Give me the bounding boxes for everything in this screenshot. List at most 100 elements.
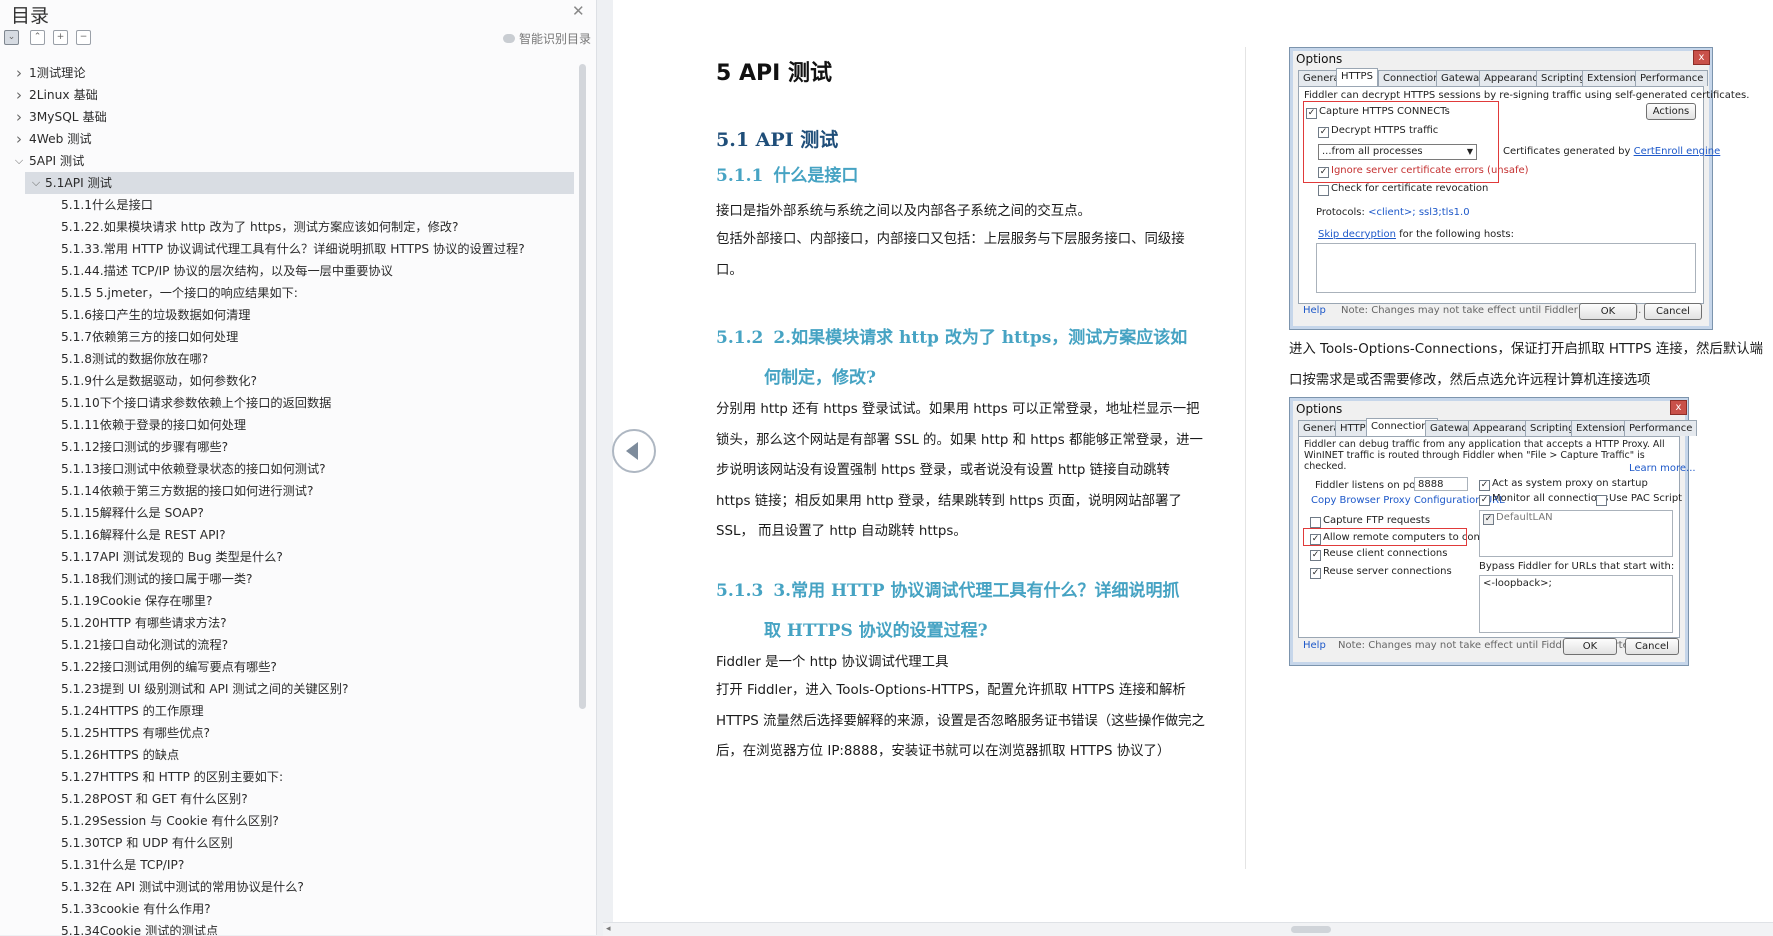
toc-item-label: 5.1.22接口测试用例的编写要点有哪些? xyxy=(61,660,277,674)
intro-text: Fiddler can debug traffic from any appli… xyxy=(1304,439,1665,472)
toc-item-label: 5.1.44.描述 TCP/IP 协议的层次结构，以及每一层中重要协议 xyxy=(61,264,393,278)
paragraph: 接口是指外部系统与系统之间以及内部各子系统之间的交互点。 xyxy=(716,204,1091,219)
capture-ftp-label: Capture FTP requests xyxy=(1323,515,1431,526)
toc-item-label: 5.1.31什么是 TCP/IP? xyxy=(61,858,185,872)
toc-item[interactable]: 5.1.30TCP 和 UDP 有什么区别 xyxy=(0,832,574,854)
prev-page-button[interactable] xyxy=(612,429,656,473)
toc-item[interactable]: 5.1.14依赖于第三方数据的接口如何进行测试? xyxy=(0,480,574,502)
toc-item[interactable]: 5.1.22接口测试用例的编写要点有哪些? xyxy=(0,656,574,678)
protocols-label: Protocols: xyxy=(1316,207,1369,218)
toc-item[interactable]: 5.1.28POST 和 GET 有什么区别? xyxy=(0,788,574,810)
toc-item[interactable]: 5.1.33.常用 HTTP 协议调试代理工具有什么？详细说明抓取 HTTPS … xyxy=(0,238,574,260)
paragraph: 分别用 http 还有 https 登录试试。如果用 https 可以正常登录，… xyxy=(716,402,1203,540)
cancel-button: Cancel xyxy=(1644,303,1702,320)
toc-item[interactable]: 5.1.11依赖于登录的接口如何处理 xyxy=(0,414,574,436)
dialog-tabs: General HTTPS Connections Gateway Appear… xyxy=(1298,418,1698,436)
toc-item[interactable]: 5.1.10下个接口请求参数依赖上个接口的返回数据 xyxy=(0,392,574,414)
toc-item-label: 5.1.21接口自动化测试的流程? xyxy=(61,638,229,652)
toc-item[interactable]: ⌵ 5.1API 测试 xyxy=(25,172,574,194)
toc-item-label: 5.1.16解释什么是 REST API? xyxy=(61,528,226,542)
close-icon: x xyxy=(1693,50,1710,65)
toc-panel: 目录 ✕ ⌄ ⌃ + − 智能识别目录 › 1测试理论 › 2Linux 基础 › 3My… xyxy=(0,0,597,935)
default-lan-label: DefaultLAN xyxy=(1496,512,1553,523)
ok-button: OK xyxy=(1579,303,1637,320)
paragraph: 打开 Fiddler，进入 Tools-Options-HTTPS，配置允许抓取… xyxy=(716,683,1205,760)
copy-url-link: Copy Browser Proxy Configuration URL xyxy=(1311,495,1505,506)
toc-item[interactable]: 5.1.16解释什么是 REST API? xyxy=(0,524,574,546)
help-link: Help xyxy=(1303,640,1326,651)
toc-item[interactable]: › 1测试理论 xyxy=(0,62,574,84)
toc-item[interactable]: 5.1.7依赖第三方的接口如何处理 xyxy=(0,326,574,348)
add-bookmark-icon[interactable]: + xyxy=(53,30,68,45)
toc-item-label: 5.1.15解释什么是 SOAP? xyxy=(61,506,204,520)
toc-item[interactable]: 5.1.32在 API 测试中测试的常用协议是什么? xyxy=(0,876,574,898)
toc-item[interactable]: 5.1.6接口产生的垃圾数据如何清理 xyxy=(0,304,574,326)
certs-link: CertEnroll engine xyxy=(1633,146,1721,157)
toc-item-label: 5.1.8测试的数据你放在哪? xyxy=(61,352,209,366)
toc-item[interactable]: 5.1.24HTTPS 的工作原理 xyxy=(0,700,574,722)
scrollbar-thumb[interactable] xyxy=(1291,926,1331,933)
chevron-down-icon[interactable]: ⌵ xyxy=(30,172,42,194)
toc-item[interactable]: 5.1.17API 测试发现的 Bug 类型是什么? xyxy=(0,546,574,568)
skip-text: Skip decryption for the following hosts: xyxy=(1318,229,1514,240)
toc-item[interactable]: 5.1.15解释什么是 SOAP? xyxy=(0,502,574,524)
toc-item[interactable]: 5.1.22.如果模块请求 http 改为了 https，测试方案应该如何制定，… xyxy=(0,216,574,238)
toc-item[interactable]: 5.1.23提到 UI 级别测试和 API 测试之间的关键区别? xyxy=(0,678,574,700)
toc-item[interactable]: 5.1.12接口测试的步骤有哪些? xyxy=(0,436,574,458)
toc-item-label: 5.1.19Cookie 保存在哪里? xyxy=(61,594,213,608)
chevron-right-icon[interactable]: › xyxy=(13,128,25,150)
toc-item[interactable]: 5.1.9什么是数据驱动，如何参数化? xyxy=(0,370,574,392)
toc-item-label: 5.1.24HTTPS 的工作原理 xyxy=(61,704,204,718)
toc-item[interactable]: 5.1.44.描述 TCP/IP 协议的层次结构，以及每一层中重要协议 xyxy=(0,260,574,282)
toc-item[interactable]: › 2Linux 基础 xyxy=(0,84,574,106)
toc-item[interactable]: 5.1.19Cookie 保存在哪里? xyxy=(0,590,574,612)
toc-item[interactable]: ⌵ 5API 测试 xyxy=(0,150,574,172)
paragraph: 包括外部接口、内部接口，内部接口又包括：上层服务与下层服务接口、同级接口。 xyxy=(716,232,1185,278)
paragraph: Fiddler 是一个 http 协议调试代理工具 xyxy=(716,655,949,670)
toc-item[interactable]: 5.1.34Cookie 测试的测试点 xyxy=(0,920,574,935)
toc-item[interactable]: 5.1.21接口自动化测试的流程? xyxy=(0,634,574,656)
toc-item[interactable]: 5.1.13接口测试中依赖登录状态的接口如何测试? xyxy=(0,458,574,480)
toc-item[interactable]: 5.1.18我们测试的接口属于哪一类? xyxy=(0,568,574,590)
intro-text: Fiddler can decrypt HTTPS sessions by re… xyxy=(1304,90,1750,101)
dialog-title: Options xyxy=(1296,402,1343,416)
column-divider xyxy=(1245,47,1246,869)
toc-item-label: 2Linux 基础 xyxy=(29,88,98,102)
horizontal-scrollbar[interactable]: ◂ xyxy=(603,922,1773,936)
checkbox-checked: ✓ xyxy=(1483,514,1494,525)
learn-more-link: Learn more... xyxy=(1629,463,1696,474)
expand-all-icon[interactable]: ⌄ xyxy=(4,30,19,45)
toc-item[interactable]: 5.1.33cookie 有什么作用? xyxy=(0,898,574,920)
toc-item[interactable]: 5.1.25HTTPS 有哪些优点? xyxy=(0,722,574,744)
toc-item-label: 5.1.11依赖于登录的接口如何处理 xyxy=(61,418,247,432)
toc-item[interactable]: 5.1.1什么是接口 xyxy=(0,194,574,216)
toc-item-label: 5API 测试 xyxy=(29,154,85,168)
toc-item[interactable]: 5.1.5 5.jmeter，一个接口的响应结果如下: xyxy=(0,282,574,304)
close-icon[interactable]: ✕ xyxy=(572,2,585,20)
skip-link: Skip decryption xyxy=(1318,229,1396,240)
chevron-down-icon[interactable]: ⌵ xyxy=(13,150,25,172)
collapse-all-icon[interactable]: ⌃ xyxy=(30,30,45,45)
section-heading: 5.1 API 测试 xyxy=(716,129,839,151)
scroll-left-icon[interactable]: ◂ xyxy=(606,924,611,934)
toc-item[interactable]: 5.1.31什么是 TCP/IP? xyxy=(0,854,574,876)
toc-item-label: 5.1API 测试 xyxy=(45,176,112,190)
toc-item-label: 5.1.33.常用 HTTP 协议调试代理工具有什么？详细说明抓取 HTTPS … xyxy=(61,242,525,256)
toc-item[interactable]: 5.1.8测试的数据你放在哪? xyxy=(0,348,574,370)
port-label: Fiddler listens on port: xyxy=(1315,480,1427,491)
document-page: 5 API 测试 5.1 API 测试 5.1.1 什么是接口 接口是指外部系统与… xyxy=(613,0,1773,922)
smart-toc-button[interactable]: 智能识别目录 xyxy=(502,30,591,47)
remove-bookmark-icon[interactable]: − xyxy=(76,30,91,45)
chevron-right-icon[interactable]: › xyxy=(13,84,25,106)
toc-item[interactable]: 5.1.27HTTPS 和 HTTP 的区别主要如下: xyxy=(0,766,574,788)
toc-item[interactable]: › 4Web 测试 xyxy=(0,128,574,150)
chevron-right-icon[interactable]: › xyxy=(13,106,25,128)
toc-item[interactable]: 5.1.26HTTPS 的缺点 xyxy=(0,744,574,766)
toc-item[interactable]: › 3MySQL 基础 xyxy=(0,106,574,128)
toc-scrollbar[interactable] xyxy=(579,64,586,709)
chevron-right-icon[interactable]: › xyxy=(13,62,25,84)
subsection-heading-5-1-2: 5.1.2 2.如果模块请求 http 改为了 https，测试方案应该如 何制定… xyxy=(716,318,1206,398)
toc-item[interactable]: 5.1.29Session 与 Cookie 有什么区别? xyxy=(0,810,574,832)
toc-item[interactable]: 5.1.20HTTP 有哪些请求方法? xyxy=(0,612,574,634)
protocols-text: Protocols: <client>; ssl3;tls1.0 xyxy=(1316,207,1470,218)
